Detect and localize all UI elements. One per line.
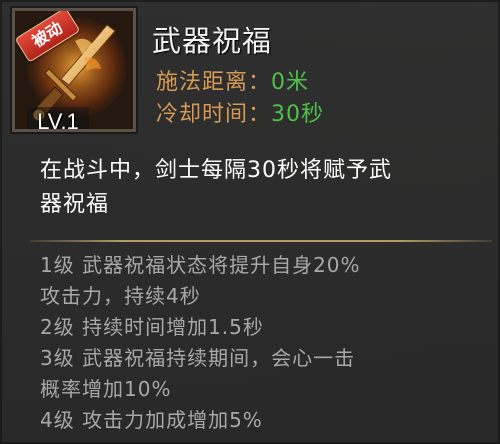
skill-title: 武器祝福	[152, 24, 273, 58]
level-effect-line: 3级 武器祝福持续期间，会心一击	[40, 346, 356, 370]
cooldown-value: 30秒	[271, 102, 325, 127]
cast-range-row: 施法距离：0米	[156, 64, 309, 96]
level-effect-line: 概率增加10%	[40, 377, 172, 401]
section-divider	[30, 240, 492, 242]
description-line: 在战斗中，剑士每隔30秒将赋予武	[40, 158, 392, 183]
level-effect-line: 4级 攻击力加成增加5%	[40, 408, 263, 432]
level-effects-list: 1级 武器祝福状态将提升自身20% 攻击力，持续4秒 2级 持续时间增加1.5秒…	[40, 250, 480, 436]
cast-range-value: 0米	[271, 70, 310, 95]
level-effect-line: 1级 武器祝福状态将提升自身20%	[40, 253, 361, 277]
cast-range-label: 施法距离：	[156, 70, 272, 95]
cooldown-label: 冷却时间：	[156, 102, 272, 127]
skill-header: 被动 LV.1 武器祝福 施法距离：0米 冷却时间：30秒	[0, 0, 500, 140]
skill-icon-frame[interactable]: 被动 LV.1	[12, 8, 136, 132]
description-line: 器祝福	[40, 192, 110, 217]
level-effect-line: 2级 持续时间增加1.5秒	[40, 315, 264, 339]
skill-description: 在战斗中，剑士每隔30秒将赋予武 器祝福	[40, 154, 480, 222]
skill-tooltip: 被动 LV.1 武器祝福 施法距离：0米 冷却时间：30秒 在战斗中，剑士每隔3…	[0, 0, 500, 444]
cooldown-row: 冷却时间：30秒	[156, 96, 324, 128]
level-effect-line: 攻击力，持续4秒	[40, 284, 201, 308]
skill-level-badge: LV.1	[27, 107, 89, 129]
